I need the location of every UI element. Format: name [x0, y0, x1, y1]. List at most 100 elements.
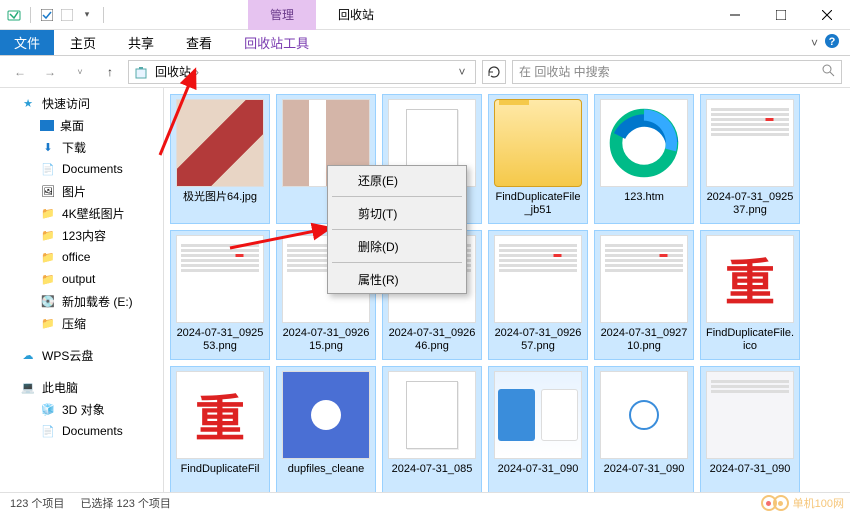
sidebar-office[interactable]: 📁office	[0, 246, 163, 268]
file-item[interactable]: dupfiles_cleane	[276, 366, 376, 492]
qat-dropdown-icon[interactable]: ▾	[79, 7, 95, 23]
search-icon[interactable]	[821, 63, 835, 80]
close-button[interactable]	[804, 0, 850, 30]
window-title: 回收站	[316, 0, 396, 30]
items-view[interactable]: 极光图片64.jpguplica _v2.0FindDuplicateFile_…	[164, 88, 850, 492]
sidebar-desktop[interactable]: 桌面	[0, 114, 163, 136]
file-label: 2024-07-31_092537.png	[705, 191, 795, 217]
drive-icon: 💽	[40, 293, 56, 309]
recycle-bin-icon	[133, 64, 149, 80]
file-item[interactable]: 2024-07-31_092537.png	[700, 94, 800, 224]
sidebar-documents-2[interactable]: 📄Documents	[0, 420, 163, 442]
sidebar-compressed[interactable]: 📁压缩	[0, 312, 163, 334]
sidebar-3d-objects[interactable]: 🧊3D 对象	[0, 398, 163, 420]
qat-separator-2	[103, 7, 104, 23]
ctx-delete[interactable]: 删除(D)	[328, 232, 466, 260]
search-placeholder: 在 回收站 中搜索	[519, 63, 610, 80]
qat-separator	[30, 7, 31, 23]
file-label: 2024-07-31_090	[604, 463, 685, 476]
svg-text:?: ?	[829, 36, 836, 48]
file-item[interactable]: 123.htm	[594, 94, 694, 224]
file-item[interactable]: 2024-07-31_085	[382, 366, 482, 492]
folder-icon: 📁	[40, 315, 56, 331]
file-label: 2024-07-31_092615.png	[281, 327, 371, 353]
sidebar-output[interactable]: 📁output	[0, 268, 163, 290]
sidebar-new-volume[interactable]: 💽新加载卷 (E:)	[0, 290, 163, 312]
sidebar-123[interactable]: 📁123内容	[0, 224, 163, 246]
search-input[interactable]: 在 回收站 中搜索	[512, 60, 842, 84]
ctx-separator	[332, 229, 462, 230]
folder-icon: 📁	[40, 271, 56, 287]
ctx-separator	[332, 196, 462, 197]
sidebar-this-pc[interactable]: 💻此电脑	[0, 376, 163, 398]
file-item[interactable]: 2024-07-31_092710.png	[594, 230, 694, 360]
file-item[interactable]: FindDuplicateFile_jb51	[488, 94, 588, 224]
refresh-button[interactable]	[482, 60, 506, 84]
thumbnail	[706, 371, 794, 459]
ribbon-share-tab[interactable]: 共享	[112, 30, 170, 55]
file-item[interactable]: 2024-07-31_092657.png	[488, 230, 588, 360]
ribbon-expand-icon[interactable]: ˅	[811, 36, 818, 50]
sidebar-4k-wallpaper[interactable]: 📁4K壁纸图片	[0, 202, 163, 224]
minimize-button[interactable]	[712, 0, 758, 30]
nav-up-button[interactable]: ↑	[98, 60, 122, 84]
sidebar-wps-cloud[interactable]: ☁WPS云盘	[0, 344, 163, 366]
qat-checkbox-empty[interactable]	[59, 7, 75, 23]
annotation-arrow-1	[155, 60, 215, 160]
file-item[interactable]: 重FindDuplicateFile.ico	[700, 230, 800, 360]
help-icon[interactable]: ?	[824, 33, 840, 52]
file-label: 2024-07-31_085	[392, 463, 473, 476]
file-label: 123.htm	[624, 191, 664, 204]
thumbnail: 重	[176, 371, 264, 459]
ribbon-home-tab[interactable]: 主页	[54, 30, 112, 55]
file-label: dupfiles_cleane	[288, 463, 364, 476]
thumbnail	[388, 371, 476, 459]
ribbon: 文件 主页 共享 查看 回收站工具 ˅ ?	[0, 30, 850, 56]
sidebar-quick-access[interactable]: ★ 快速访问	[0, 92, 163, 114]
folder-icon: 📁	[40, 205, 56, 221]
pc-icon: 💻	[20, 379, 36, 395]
sidebar-pictures[interactable]: 🖼图片	[0, 180, 163, 202]
file-label: 极光图片64.jpg	[183, 191, 257, 204]
ribbon-file-tab[interactable]: 文件	[0, 30, 54, 55]
nav-back-button[interactable]: ←	[8, 60, 32, 84]
file-item[interactable]: 2024-07-31_090	[488, 366, 588, 492]
file-item[interactable]: 重 FindDuplicateFil	[170, 366, 270, 492]
status-bar: 123 个项目 已选择 123 个项目	[0, 492, 850, 513]
tab-header-manage: 管理	[248, 0, 316, 30]
file-label: 2024-07-31_092646.png	[387, 327, 477, 353]
address-bar-row: ← → ˅ ↑ 回收站 › ˅ 在 回收站 中搜索	[0, 56, 850, 88]
file-item[interactable]: 2024-07-31_090	[594, 366, 694, 492]
contextual-tab-group: 管理 回收站	[248, 0, 396, 30]
file-label: 2024-07-31_092553.png	[175, 327, 265, 353]
address-dropdown-icon[interactable]: ˅	[453, 65, 471, 79]
thumbnail	[600, 235, 688, 323]
thumbnail	[494, 371, 582, 459]
ribbon-view-tab[interactable]: 查看	[170, 30, 228, 55]
thumbnail	[600, 99, 688, 187]
window-controls	[712, 0, 850, 30]
thumbnail	[282, 371, 370, 459]
file-label: 2024-07-31_092657.png	[493, 327, 583, 353]
file-item[interactable]: 2024-07-31_090	[700, 366, 800, 492]
qat-checkbox-checked[interactable]	[39, 7, 55, 23]
context-menu: 还原(E) 剪切(T) 删除(D) 属性(R)	[327, 165, 467, 294]
file-label: FindDuplicateFil	[181, 463, 260, 476]
3d-icon: 🧊	[40, 401, 56, 417]
ctx-separator	[332, 262, 462, 263]
ctx-cut[interactable]: 剪切(T)	[328, 199, 466, 227]
ctx-restore[interactable]: 还原(E)	[328, 166, 466, 194]
file-label: 2024-07-31_090	[498, 463, 579, 476]
nav-recent-dropdown[interactable]: ˅	[68, 60, 92, 84]
maximize-button[interactable]	[758, 0, 804, 30]
quick-access-toolbar: ▾	[0, 7, 108, 23]
sidebar-downloads[interactable]: ⬇下载	[0, 136, 163, 158]
file-label: FindDuplicateFile.ico	[705, 327, 795, 353]
app-icon	[6, 7, 22, 23]
sidebar-documents[interactable]: 📄Documents	[0, 158, 163, 180]
navigation-pane[interactable]: ★ 快速访问 桌面 ⬇下载 📄Documents 🖼图片 📁4K壁纸图片 📁12…	[0, 88, 164, 492]
folder-icon: 📁	[40, 227, 56, 243]
folder-icon: 📁	[40, 249, 56, 265]
ctx-properties[interactable]: 属性(R)	[328, 265, 466, 293]
ribbon-recycle-tools-tab[interactable]: 回收站工具	[228, 30, 325, 55]
